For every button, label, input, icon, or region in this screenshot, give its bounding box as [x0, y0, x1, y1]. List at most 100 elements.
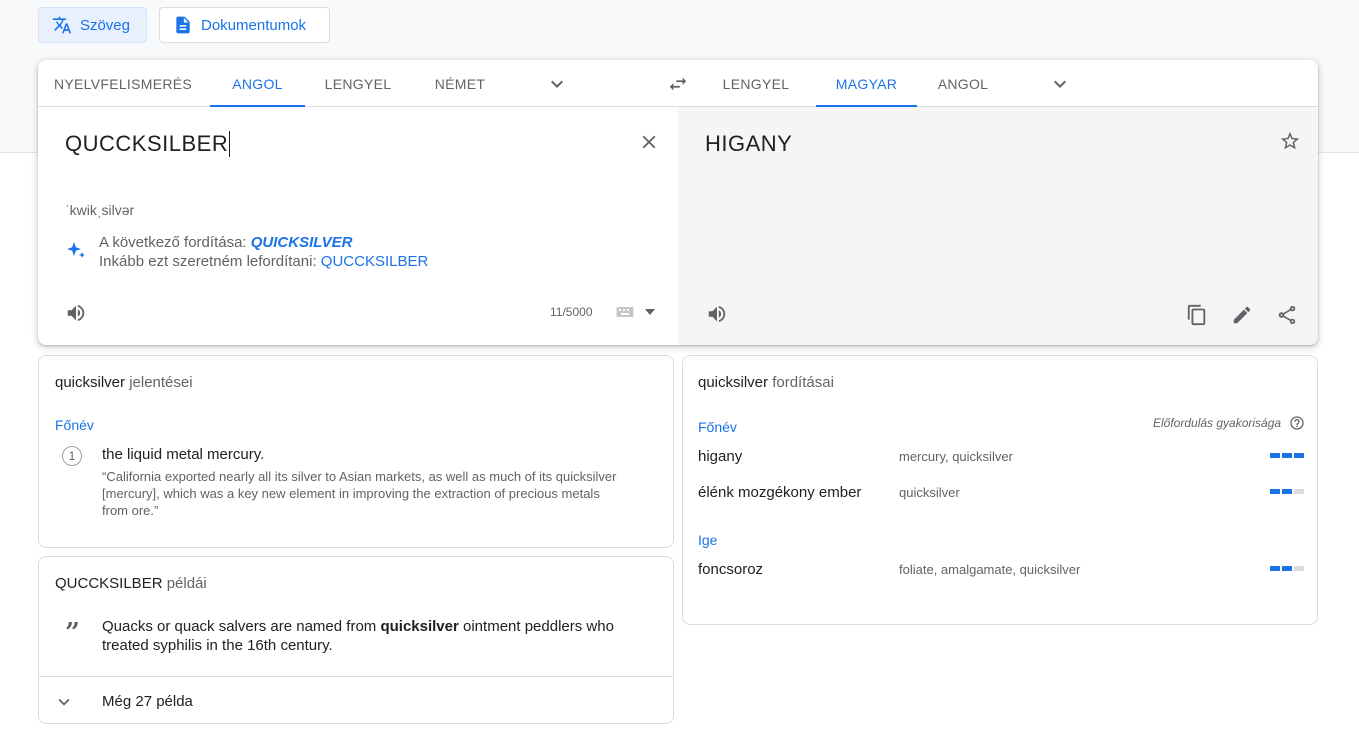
frequency-segment: [1270, 566, 1280, 571]
chevron-down-icon: [645, 309, 655, 315]
quote-icon: ”: [65, 618, 80, 648]
tab-label: ANGOL: [937, 75, 989, 92]
tab-label: LENGYEL: [722, 75, 790, 92]
pencil-icon: [1233, 306, 1251, 324]
translation-synonyms[interactable]: foliate, amalgamate, quicksilver: [899, 562, 1080, 577]
translation-synonyms[interactable]: mercury, quicksilver: [899, 449, 1013, 464]
keyboard-dropdown[interactable]: [643, 305, 657, 319]
frequency-segment: [1294, 489, 1304, 494]
translation-word[interactable]: higany: [698, 448, 742, 465]
frequency-segment: [1270, 489, 1280, 494]
tab-label: LENGYEL: [324, 75, 392, 92]
tab-target-english[interactable]: ANGOL: [923, 60, 1003, 107]
swap-languages-button[interactable]: [662, 70, 694, 98]
tab-label: NYELVFELISMERÉS: [53, 75, 193, 92]
translation-card: NYELVFELISMERÉS ANGOL LENGYEL NÉMET LENG…: [38, 60, 1318, 345]
spelling-suggestion: A következő fordítása: QUICKSILVER Inkáb…: [99, 233, 428, 271]
frequency-label: Előfordulás gyakorisága: [1153, 416, 1282, 430]
frequency-segment: [1282, 453, 1292, 458]
frequency-bar: [1270, 453, 1304, 458]
tab-label: NÉMET: [434, 75, 486, 92]
language-bar: NYELVFELISMERÉS ANGOL LENGYEL NÉMET LENG…: [38, 60, 1318, 108]
keyboard-icon: [616, 307, 634, 317]
translations-title-suffix: fordításai: [768, 374, 834, 391]
more-examples-link[interactable]: Még 27 példa: [102, 693, 193, 710]
copy-button[interactable]: [1181, 299, 1213, 331]
copy-icon: [1187, 304, 1206, 326]
part-of-speech: Főnév: [55, 417, 94, 433]
frequency-segment: [1294, 453, 1304, 458]
translation-word[interactable]: foncsoroz: [698, 561, 763, 578]
translation-synonyms[interactable]: quicksilver: [899, 485, 960, 500]
source-input[interactable]: QUCCKSILBER: [65, 131, 231, 157]
target-pane: HIGANY: [678, 107, 1318, 345]
translations-title: quicksilver fordításai: [698, 374, 834, 391]
frequency-segment: [1282, 566, 1292, 571]
listen-translation-button[interactable]: [701, 298, 733, 330]
example-text-start: Quacks or quack salvers are named from: [102, 618, 381, 635]
tab-detect-language[interactable]: NYELVFELISMERÉS: [50, 60, 196, 107]
tab-label: MAGYAR: [835, 75, 898, 92]
frequency-segment: [1294, 566, 1304, 571]
translate-instead-prefix: Inkább ezt szeretném lefordítani:: [99, 253, 321, 270]
definition-example: “California exported nearly all its silv…: [102, 469, 617, 518]
chevron-down-icon: [551, 80, 563, 88]
tab-source-german[interactable]: NÉMET: [419, 60, 501, 107]
definitions-title-word: quicksilver: [55, 374, 126, 391]
examples-title: QUCCKSILBER példái: [55, 575, 207, 592]
did-you-mean-link[interactable]: QUICKSILVER: [251, 234, 353, 251]
chevron-down-icon: [58, 698, 70, 706]
translate-instead-link[interactable]: QUCCKSILBER: [321, 253, 429, 270]
target-language-dropdown[interactable]: [1044, 71, 1076, 97]
tab-source-english[interactable]: ANGOL: [210, 60, 305, 108]
translation-pos-noun: Főnév: [698, 419, 737, 435]
text-mode-button[interactable]: Szöveg: [38, 7, 147, 43]
did-you-mean-prefix: A következő fordítása:: [99, 234, 251, 251]
translation-output: HIGANY: [705, 131, 793, 156]
share-icon: [1278, 305, 1296, 325]
tab-target-polish[interactable]: LENGYEL: [714, 60, 798, 107]
definition-text: the liquid metal mercury.: [102, 446, 265, 463]
phonetic-transcription: ˈkwikˌsilvər: [65, 202, 135, 218]
source-language-dropdown[interactable]: [541, 71, 573, 97]
definitions-title: quicksilver jelentései: [55, 374, 193, 391]
listen-source-icon-button[interactable]: [60, 297, 92, 329]
close-icon: [642, 135, 656, 149]
definitions-title-suffix: jelentései: [125, 374, 193, 391]
frequency-help-button[interactable]: [1288, 414, 1306, 432]
examples-title-suffix: példái: [162, 575, 207, 592]
documents-mode-label: Dokumentumok: [201, 16, 307, 34]
clear-source-button[interactable]: [634, 127, 664, 157]
translate-icon: [52, 16, 72, 34]
edit-translation-button[interactable]: [1226, 299, 1258, 331]
keyboard-button[interactable]: [614, 303, 636, 321]
examples-panel: QUCCKSILBER példái ” Quacks or quack sal…: [38, 556, 674, 724]
expand-examples-button[interactable]: [51, 689, 77, 715]
divider: [39, 676, 673, 677]
frequency-segment: [1270, 453, 1280, 458]
frequency-bar: [1270, 566, 1304, 571]
translations-title-word: quicksilver: [698, 374, 769, 391]
chevron-down-icon: [1054, 80, 1066, 88]
translations-panel: quicksilver fordításai Előfordulás gyako…: [682, 355, 1318, 625]
share-button[interactable]: [1271, 299, 1303, 331]
volume-icon: [67, 304, 85, 322]
translation-word[interactable]: élénk mozgékony ember: [698, 484, 861, 501]
frequency-bar: [1270, 489, 1304, 494]
tab-source-polish[interactable]: LENGYEL: [316, 60, 400, 107]
definition-number: 1: [62, 446, 82, 466]
document-icon: [176, 16, 190, 34]
frequency-segment: [1282, 489, 1292, 494]
example-sentence: Quacks or quack salvers are named from q…: [102, 617, 647, 655]
translation-pos-verb: Ige: [698, 532, 718, 548]
sparkle-icon: [64, 239, 88, 263]
tab-target-hungarian[interactable]: MAGYAR: [816, 60, 917, 108]
source-pane: QUCCKSILBER ˈkwikˌsilvər A következő for…: [38, 107, 678, 345]
volume-icon: [708, 305, 726, 323]
star-icon: [1280, 131, 1300, 150]
examples-title-word: QUCCKSILBER: [55, 575, 163, 592]
tab-label: ANGOL: [232, 75, 283, 92]
save-translation-button[interactable]: [1274, 125, 1306, 157]
definitions-panel: quicksilver jelentései Főnév 1 the liqui…: [38, 355, 674, 548]
documents-mode-button[interactable]: Dokumentumok: [159, 7, 330, 43]
